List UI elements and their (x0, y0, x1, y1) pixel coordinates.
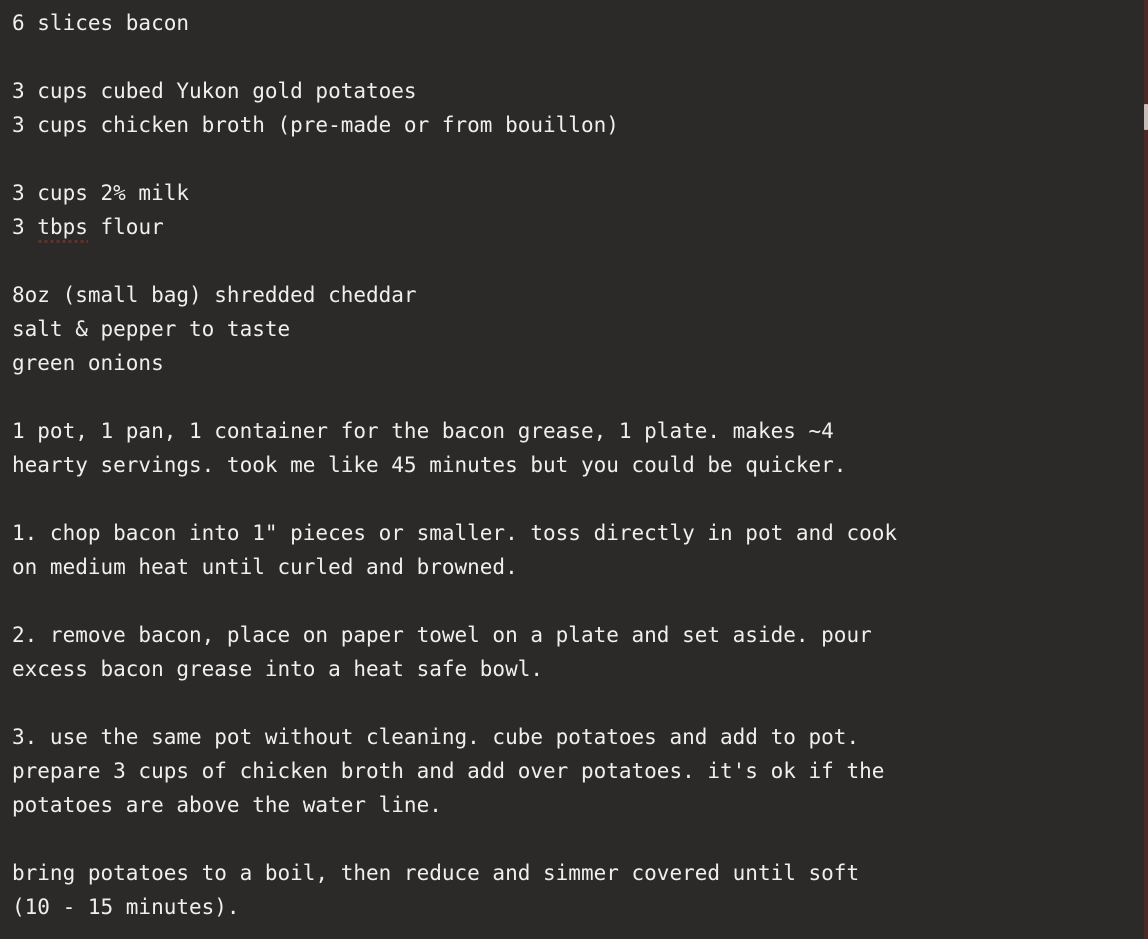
text-line: 6 slices bacon (12, 11, 190, 35)
text-line-blank (12, 244, 1148, 278)
text-line: 3 tbps flour (12, 210, 1148, 244)
text-line: green onions (12, 351, 164, 375)
text-line-blank (12, 380, 1148, 414)
text-line: 3. use the same pot without cleaning. cu… (12, 725, 860, 749)
text-line: hearty servings. took me like 45 minutes… (12, 453, 847, 477)
text-line: prepare 3 cups of chicken broth and add … (12, 759, 885, 783)
text-line-blank (12, 584, 1148, 618)
text-line: 1 pot, 1 pan, 1 container for the bacon … (12, 419, 834, 443)
text-line-blank (12, 40, 1148, 74)
text-editor-surface[interactable]: 6 slices bacon 3 cups cubed Yukon gold p… (0, 0, 1148, 939)
text-line: excess bacon grease into a heat safe bow… (12, 657, 544, 681)
text-line: 3 cups 2% milk (12, 181, 190, 205)
text-run: 3 (12, 215, 38, 239)
text-line: 2. remove bacon, place on paper towel on… (12, 623, 872, 647)
text-line: on medium heat until curled and browned. (12, 555, 518, 579)
vertical-scrollbar-thumb[interactable] (1144, 104, 1148, 130)
text-line-blank (12, 482, 1148, 516)
text-line: (10 - 15 minutes). (12, 895, 240, 919)
vertical-scrollbar-track[interactable] (1144, 0, 1148, 939)
misspelled-word[interactable]: tbps (37, 210, 88, 244)
text-line: salt & pepper to taste (12, 317, 291, 341)
text-line: 1. chop bacon into 1" pieces or smaller.… (12, 521, 898, 545)
text-line-blank (12, 686, 1148, 720)
text-line: 3 cups cubed Yukon gold potatoes (12, 79, 417, 103)
text-line: 3 cups chicken broth (pre-made or from b… (12, 113, 619, 137)
text-run: flour (87, 215, 164, 239)
text-line: 8oz (small bag) shredded cheddar (12, 283, 417, 307)
text-line-blank (12, 142, 1148, 176)
document-text-body[interactable]: 6 slices bacon 3 cups cubed Yukon gold p… (12, 6, 1148, 924)
text-line: bring potatoes to a boil, then reduce an… (12, 861, 860, 885)
text-line-blank (12, 822, 1148, 856)
text-line: potatoes are above the water line. (12, 793, 442, 817)
